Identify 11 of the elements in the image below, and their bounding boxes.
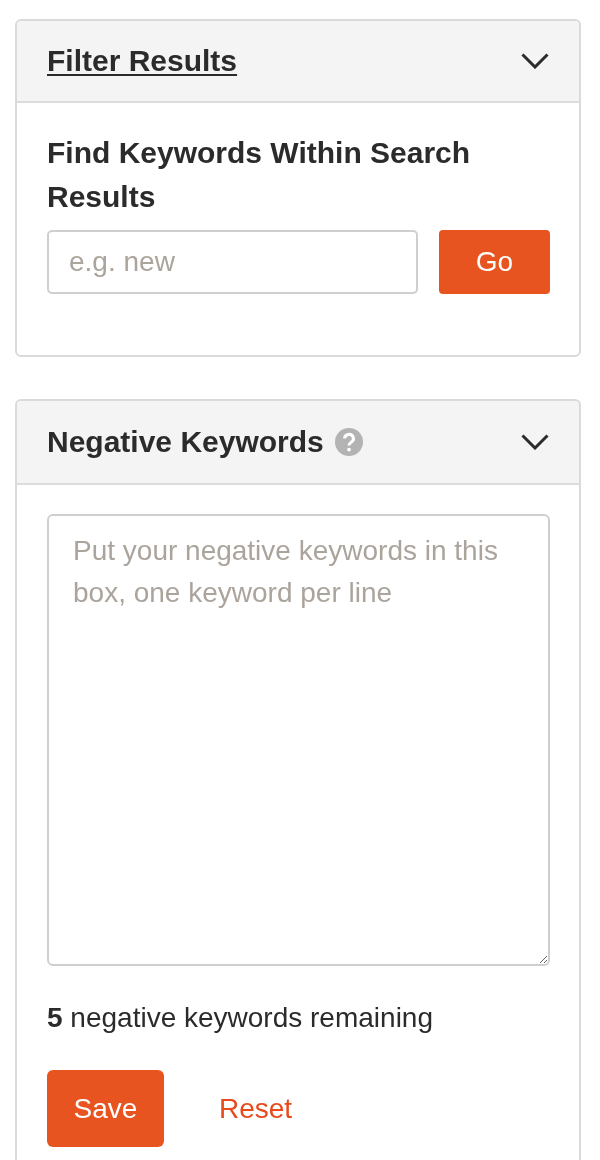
panel-title: Negative Keywords [47,424,324,460]
go-button[interactable]: Go [439,230,550,294]
save-button[interactable]: Save [47,1070,164,1147]
search-field[interactable]: e.g. new [47,230,418,294]
chevron-down-icon[interactable] [521,434,549,450]
keywords-textarea[interactable]: Put your negative keywords in this box, one keyword per line [47,514,550,966]
search-label: Find Keywords Within Search Results [47,135,472,215]
reset-link[interactable]: Reset [219,1092,293,1125]
remaining-count-text: 5 negative keywords remaining [47,1001,434,1035]
chevron-down-icon[interactable] [521,53,549,69]
panel-title-link[interactable]: Filter Results [47,43,238,79]
